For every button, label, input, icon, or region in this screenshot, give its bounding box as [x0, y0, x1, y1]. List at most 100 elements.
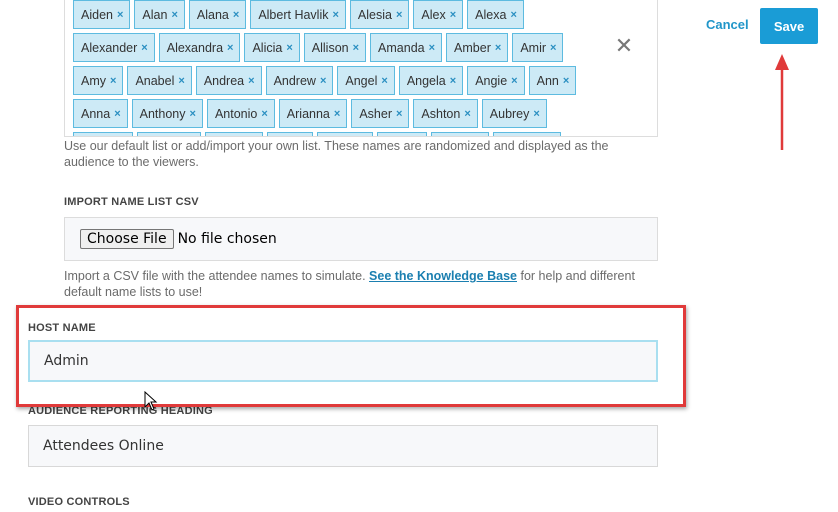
import-csv-label: IMPORT NAME LIST CSV	[64, 196, 199, 208]
name-tag[interactable]: Alexa ×	[467, 0, 524, 29]
name-tag[interactable]: Allison ×	[303, 33, 367, 62]
name-list-help-line1: Use our default list or add/import your …	[64, 139, 609, 153]
remove-tag-icon[interactable]: ×	[495, 42, 501, 54]
tag-row: Alexander × Alexandra × Alicia × Allison × Amand…	[73, 33, 613, 62]
remove-tag-icon[interactable]: ×	[511, 75, 517, 87]
remove-tag-icon[interactable]: ×	[533, 108, 539, 120]
choose-file-button[interactable]: Choose File	[80, 229, 174, 249]
name-tag[interactable]	[317, 132, 373, 136]
name-tag[interactable]: Amber ×	[446, 33, 509, 62]
name-tag[interactable]: Arianna ×	[278, 99, 348, 128]
name-list-help-line2: audience to the viewers.	[64, 155, 199, 169]
remove-tag-icon[interactable]: ×	[334, 108, 340, 120]
audience-heading-input[interactable]: Attendees Online	[28, 425, 658, 467]
tag-row: Aiden × Alan × Alana × Albert Havlik × Alesia × Al…	[73, 0, 613, 29]
audience-heading-label: AUDIENCE REPORTING HEADING	[28, 405, 213, 417]
remove-tag-icon[interactable]: ×	[550, 42, 556, 54]
name-tag[interactable]: Alana ×	[188, 0, 247, 29]
name-tag[interactable]: Antonio ×	[206, 99, 275, 128]
name-tag-label: Angie	[475, 73, 508, 88]
name-tag[interactable]: Amir ×	[512, 33, 564, 62]
name-tag[interactable]: Alexandra ×	[158, 33, 241, 62]
remove-tag-icon[interactable]: ×	[117, 9, 123, 21]
name-tag[interactable]: Amanda ×	[370, 33, 443, 62]
import-help-suffix: for help and different	[520, 269, 635, 283]
name-tag-label: Aiden	[81, 7, 113, 22]
name-tag-label: Amanda	[378, 40, 425, 55]
remove-tag-icon[interactable]: ×	[141, 42, 147, 54]
remove-tag-icon[interactable]: ×	[171, 9, 177, 21]
name-tag[interactable]: Alex ×	[413, 0, 464, 29]
import-help: Import a CSV file with the attendee name…	[64, 268, 664, 300]
mouse-cursor-icon	[144, 391, 158, 411]
arrow-up-icon	[775, 54, 789, 150]
name-tag-label: Antonio	[214, 106, 258, 121]
close-icon[interactable]: ✕	[612, 34, 636, 58]
host-name-input[interactable]: Admin	[28, 340, 658, 382]
import-help-line2: default name lists to use!	[64, 285, 203, 299]
name-tag[interactable]: Asher ×	[351, 99, 410, 128]
remove-tag-icon[interactable]: ×	[227, 42, 233, 54]
name-tag[interactable]: Angela ×	[398, 66, 464, 95]
remove-tag-icon[interactable]: ×	[510, 9, 516, 21]
name-tag[interactable]	[137, 132, 201, 136]
name-tag-label: Amir	[520, 40, 547, 55]
name-tag[interactable]: Andrew ×	[265, 66, 334, 95]
remove-tag-icon[interactable]: ×	[320, 75, 326, 87]
name-tag[interactable]: Andrea ×	[195, 66, 262, 95]
name-tag[interactable]: Amy ×	[73, 66, 124, 95]
name-tag[interactable]: Angie ×	[467, 66, 525, 95]
remove-tag-icon[interactable]: ×	[332, 9, 338, 21]
name-tag[interactable]: Ann ×	[528, 66, 577, 95]
remove-tag-icon[interactable]: ×	[190, 108, 196, 120]
name-tag[interactable]	[493, 132, 561, 136]
name-tag[interactable]: Alesia ×	[349, 0, 410, 29]
remove-tag-icon[interactable]: ×	[381, 75, 387, 87]
name-tag-label: Allison	[311, 40, 349, 55]
name-tag[interactable]: Alexander ×	[73, 33, 155, 62]
remove-tag-icon[interactable]: ×	[233, 9, 239, 21]
remove-tag-icon[interactable]: ×	[353, 42, 359, 54]
name-tag[interactable]: Aiden ×	[73, 0, 131, 29]
name-tag[interactable]: Anabel ×	[127, 66, 192, 95]
name-tag-label: Alexandra	[166, 40, 224, 55]
name-list-tagbox[interactable]: Aiden × Alan × Alana × Albert Havlik × Alesia × Al…	[64, 0, 658, 137]
save-button[interactable]: Save	[760, 8, 818, 44]
remove-tag-icon[interactable]: ×	[396, 108, 402, 120]
name-tag[interactable]	[205, 132, 263, 136]
name-tag-label: Ann	[536, 73, 559, 88]
name-tag-label: Arianna	[286, 106, 330, 121]
remove-tag-icon[interactable]: ×	[563, 75, 569, 87]
remove-tag-icon[interactable]: ×	[110, 75, 116, 87]
name-tag[interactable]	[267, 132, 313, 136]
name-tag-label: Andrea	[203, 73, 245, 88]
tag-row: Amy × Anabel × Andrea × Andrew × Angel × Angela × An…	[73, 66, 613, 95]
name-tag[interactable]: Anna ×	[73, 99, 128, 128]
name-tag[interactable]: Albert Havlik ×	[250, 0, 346, 29]
name-tag[interactable]: Ashton ×	[413, 99, 478, 128]
name-tag[interactable]: Alan ×	[134, 0, 185, 29]
name-tag-label: Anthony	[139, 106, 186, 121]
tag-row: Anna × Anthony × Antonio × Arianna × Asher × Ashto…	[73, 99, 613, 128]
name-tag[interactable]: Anthony ×	[131, 99, 203, 128]
name-tag[interactable]: Angel ×	[337, 66, 395, 95]
cancel-button[interactable]: Cancel	[706, 17, 749, 32]
name-tag[interactable]	[377, 132, 427, 136]
remove-tag-icon[interactable]: ×	[450, 75, 456, 87]
remove-tag-icon[interactable]: ×	[450, 9, 456, 21]
remove-tag-icon[interactable]: ×	[464, 108, 470, 120]
remove-tag-icon[interactable]: ×	[114, 108, 120, 120]
remove-tag-icon[interactable]: ×	[396, 9, 402, 21]
name-tag[interactable]	[73, 132, 133, 136]
remove-tag-icon[interactable]: ×	[261, 108, 267, 120]
knowledge-base-link[interactable]: See the Knowledge Base	[369, 269, 517, 283]
name-tag-label: Ashton	[421, 106, 461, 121]
name-tag-label: Alexa	[475, 7, 507, 22]
name-tag[interactable]: Alicia ×	[244, 33, 300, 62]
name-tag[interactable]	[431, 132, 489, 136]
remove-tag-icon[interactable]: ×	[248, 75, 254, 87]
remove-tag-icon[interactable]: ×	[286, 42, 292, 54]
remove-tag-icon[interactable]: ×	[429, 42, 435, 54]
name-tag[interactable]: Aubrey ×	[481, 99, 547, 128]
remove-tag-icon[interactable]: ×	[178, 75, 184, 87]
